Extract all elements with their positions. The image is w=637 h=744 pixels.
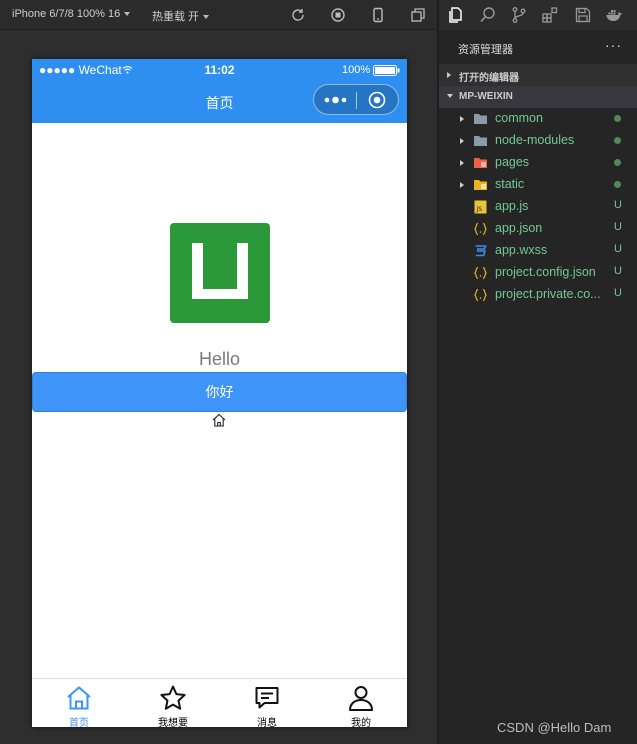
capsule-divider xyxy=(356,92,357,109)
hot-reload-toggle[interactable]: 热重载 开 xyxy=(152,8,210,24)
tree-item-common[interactable]: common xyxy=(439,108,637,130)
tree-item-node-modules[interactable]: node-modules xyxy=(439,130,637,152)
navigation-bar: 首页 xyxy=(32,81,407,123)
tree-item-label: app.wxss xyxy=(495,243,548,257)
status-dot xyxy=(614,115,621,122)
explorer-panel: 资源管理器 ··· 打开的编辑器 MP-WEIXIN common node-m… xyxy=(439,0,637,744)
star-icon xyxy=(160,685,186,710)
files-icon[interactable] xyxy=(447,6,465,24)
tree-item-label: project.config.json xyxy=(495,265,596,279)
phone-icon[interactable] xyxy=(370,7,386,23)
chevron-down-icon xyxy=(447,94,453,98)
close-capsule-icon[interactable] xyxy=(368,91,386,109)
json-file-icon xyxy=(474,266,487,280)
chevron-down-icon xyxy=(203,15,210,20)
chevron-right-icon xyxy=(460,160,464,166)
stop-icon[interactable] xyxy=(330,7,346,23)
docker-icon[interactable] xyxy=(605,6,623,24)
logo-u-icon xyxy=(192,243,248,299)
git-status: U xyxy=(614,221,622,233)
open-editors-label: 打开的编辑器 xyxy=(459,73,519,84)
git-status: U xyxy=(614,265,622,277)
tree-item-label: common xyxy=(495,111,543,125)
source-control-icon[interactable] xyxy=(510,6,528,24)
user-icon xyxy=(349,686,373,711)
project-root-section[interactable]: MP-WEIXIN xyxy=(439,86,637,108)
window-icon[interactable] xyxy=(410,7,426,23)
tree-item-label: app.json xyxy=(495,221,543,235)
battery-percent: 100% xyxy=(342,64,371,76)
json-file-icon xyxy=(474,288,487,302)
tree-item-label: static xyxy=(495,177,525,191)
tree-item-project-config[interactable]: project.config.json U xyxy=(439,262,637,284)
chevron-right-icon xyxy=(447,72,451,78)
status-dot xyxy=(614,137,621,144)
tab-home-label: 首页 xyxy=(69,718,89,727)
git-status: U xyxy=(614,199,622,211)
tree-item-label: app.js xyxy=(495,199,529,213)
capsule-menu xyxy=(313,84,399,115)
search-icon[interactable] xyxy=(479,6,497,24)
tab-messages[interactable]: 消息 xyxy=(220,679,314,727)
home-icon xyxy=(212,413,226,427)
activity-bar xyxy=(439,0,637,30)
simulator-toolbar: iPhone 6/7/8 100% 16 热重载 开 xyxy=(0,0,437,30)
extensions-icon[interactable] xyxy=(541,6,559,24)
home-icon xyxy=(67,686,91,710)
tree-item-label: project.private.co... xyxy=(495,287,601,301)
simulator-panel: iPhone 6/7/8 100% 16 热重载 开 ●●●●● WeChat xyxy=(0,0,437,744)
static-folder-icon xyxy=(474,180,487,190)
folder-icon xyxy=(474,136,487,146)
hello-text: Hello xyxy=(198,349,241,369)
more-actions-button[interactable]: ··· xyxy=(605,37,622,53)
tab-home[interactable]: 首页 xyxy=(32,679,126,727)
refresh-icon[interactable] xyxy=(290,7,306,23)
phone-screen: ●●●●● WeChat 11:02 100% 首页 Hello 你好 首页 我… xyxy=(32,59,407,727)
status-bar: ●●●●● WeChat 11:02 100% xyxy=(32,59,407,81)
device-label: iPhone 6/7/8 100% 16 xyxy=(12,8,121,20)
hot-reload-label: 热重载 开 xyxy=(152,11,200,23)
tab-messages-label: 消息 xyxy=(257,718,277,727)
chevron-down-icon xyxy=(124,12,131,17)
chevron-right-icon xyxy=(460,116,464,122)
json-file-icon xyxy=(474,222,487,236)
status-dot xyxy=(614,159,621,166)
battery-icon xyxy=(373,65,400,76)
tree-item-static[interactable]: static xyxy=(439,174,637,196)
explorer-header: 资源管理器 ··· xyxy=(439,34,637,60)
explorer-title: 资源管理器 xyxy=(458,44,513,56)
more-dots-icon[interactable] xyxy=(324,94,348,106)
svg-text:JS: JS xyxy=(476,206,483,213)
message-icon xyxy=(255,687,279,709)
save-icon[interactable] xyxy=(574,6,592,24)
tab-profile-label: 我的 xyxy=(351,718,371,727)
tree-item-app-js[interactable]: JS app.js U xyxy=(439,196,637,218)
tab-profile[interactable]: 我的 xyxy=(314,679,407,727)
git-status: U xyxy=(614,287,622,299)
open-editors-section[interactable]: 打开的编辑器 xyxy=(439,64,637,86)
chevron-right-icon xyxy=(460,182,464,188)
app-logo xyxy=(170,223,270,323)
tree-item-project-private[interactable]: project.private.co... U xyxy=(439,284,637,306)
tree-item-label: node-modules xyxy=(495,133,575,147)
watermark: CSDN @Hello Dam xyxy=(497,720,612,735)
git-status: U xyxy=(614,243,622,255)
tab-wishlist-label: 我想要 xyxy=(158,718,188,727)
hello-button[interactable]: 你好 xyxy=(32,372,407,412)
tree-item-pages[interactable]: pages xyxy=(439,152,637,174)
css-file-icon xyxy=(475,245,487,257)
device-selector[interactable]: iPhone 6/7/8 100% 16 xyxy=(12,8,131,20)
status-dot xyxy=(614,181,621,188)
tree-item-app-json[interactable]: app.json U xyxy=(439,218,637,240)
chevron-right-icon xyxy=(460,138,464,144)
tab-wishlist[interactable]: 我想要 xyxy=(126,679,220,727)
tab-bar: 首页 我想要 消息 我的 xyxy=(32,678,407,727)
folder-icon xyxy=(474,114,487,124)
js-file-icon: JS xyxy=(474,200,487,214)
tree-item-app-wxss[interactable]: app.wxss U xyxy=(439,240,637,262)
project-name: MP-WEIXIN xyxy=(459,91,513,102)
tree-item-label: pages xyxy=(495,155,530,169)
pages-folder-icon xyxy=(474,158,487,168)
